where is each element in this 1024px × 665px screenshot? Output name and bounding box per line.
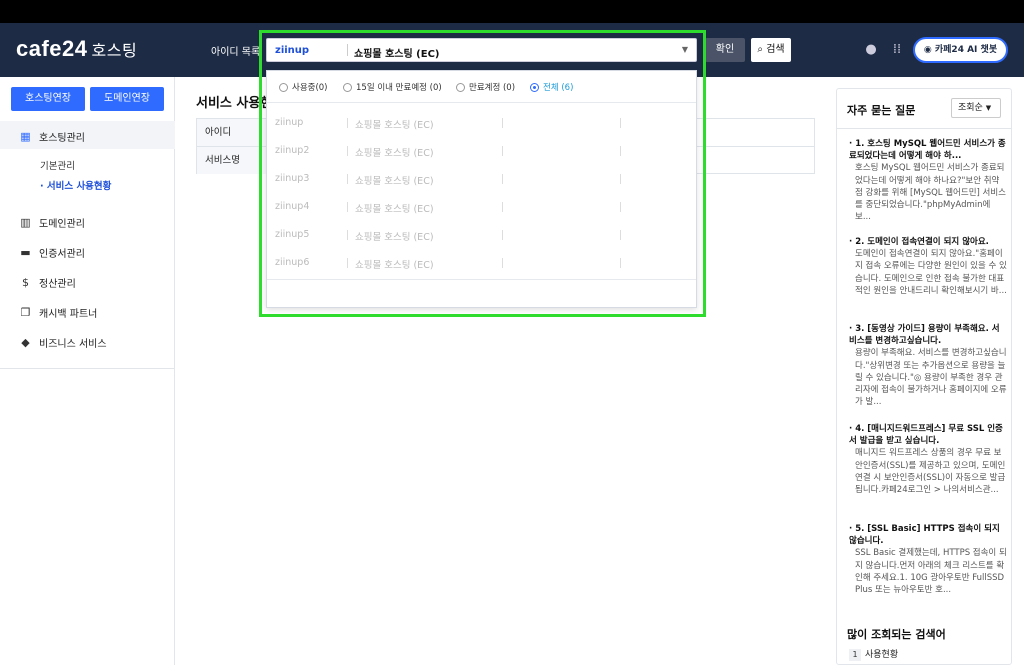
highlight-box	[259, 30, 706, 317]
search-button[interactable]: ⌕ 검색	[751, 38, 791, 62]
apps-grid-icon[interactable]: ⁞⁞	[889, 42, 905, 58]
faq-panel: 자주 묻는 질문 조회순 ▼ · 1. 호스팅 MySQL 웹어드민 서비스가 …	[836, 88, 1012, 665]
faq-item[interactable]: · 4. [매니지드워드프레스] 무료 SSL 인증서 발급을 받고 싶습니다.…	[849, 423, 1007, 496]
confirm-button[interactable]: 확인	[705, 38, 745, 62]
faq-sort-select[interactable]: 조회순 ▼	[951, 98, 1001, 118]
popular-search-title: 많이 조회되는 검색어	[847, 628, 946, 641]
id-list-label: 아이디 목록	[211, 47, 261, 58]
sidebar-sub-basic[interactable]: 기본관리	[40, 158, 75, 172]
faq-item[interactable]: · 5. [SSL Basic] HTTPS 접속이 되지 않습니다. SSL B…	[849, 523, 1007, 596]
sidebar-divider	[0, 368, 175, 369]
faq-item[interactable]: · 2. 도메인이 접속연결이 되지 않아요. 도메인이 접속연결이 되지 않아요…	[849, 236, 1007, 297]
domain-extend-button[interactable]: 도메인연장	[90, 87, 164, 111]
row-header: 아이디	[197, 119, 267, 146]
diamond-icon: ◆	[21, 336, 30, 349]
sidebar-item-business[interactable]: ◆ 비즈니스 서비스	[19, 335, 106, 350]
chatbot-icon: ◉	[923, 45, 932, 55]
chart-icon: ▥	[20, 216, 31, 229]
popular-search-item[interactable]: 1 사용현황	[849, 647, 898, 661]
sidebar-item-hosting[interactable]: ▦ 호스팅관리	[19, 129, 85, 144]
hosting-extend-button[interactable]: 호스팅연장	[11, 87, 85, 111]
user-icon[interactable]: ●	[863, 42, 879, 58]
briefcase-icon: ▬	[20, 246, 31, 259]
faq-title: 자주 묻는 질문	[847, 104, 916, 117]
chevron-down-icon: ▼	[985, 104, 992, 112]
sidebar-item-domain[interactable]: ▥ 도메인관리	[19, 215, 85, 230]
dollar-icon: $	[22, 276, 29, 289]
sidebar-sub-usage[interactable]: · 서비스 사용현황	[40, 178, 111, 192]
divider	[837, 128, 1011, 129]
copy-icon: ❐	[20, 306, 31, 319]
sidebar-item-cert[interactable]: ▬ 인증서관리	[19, 245, 85, 260]
cafe24-logo[interactable]: cafe24 호스팅	[16, 36, 137, 62]
faq-item[interactable]: · 3. [동영상 가이드] 용량이 부족해요. 서비스를 변경하고싶습니다. 용…	[849, 323, 1007, 408]
faq-item[interactable]: · 1. 호스팅 MySQL 웹어드민 서비스가 종료되었다는데 어떻게 해야 …	[849, 138, 1007, 223]
search-icon: ⌕	[757, 44, 763, 55]
ai-chatbot-button[interactable]: ◉ 카페24 AI 챗봇	[913, 37, 1008, 63]
top-black-bar	[0, 0, 1024, 23]
row-header: 서비스명	[197, 147, 267, 174]
sidebar-item-billing[interactable]: $ 정산관리	[19, 275, 76, 290]
sidebar-item-cashback[interactable]: ❐ 캐시백 파트너	[19, 305, 98, 320]
sidebar: 호스팅연장 도메인연장 ▦ 호스팅관리 기본관리 · 서비스 사용현황 ▥ 도메인관…	[0, 77, 175, 665]
grid-icon: ▦	[20, 130, 31, 143]
